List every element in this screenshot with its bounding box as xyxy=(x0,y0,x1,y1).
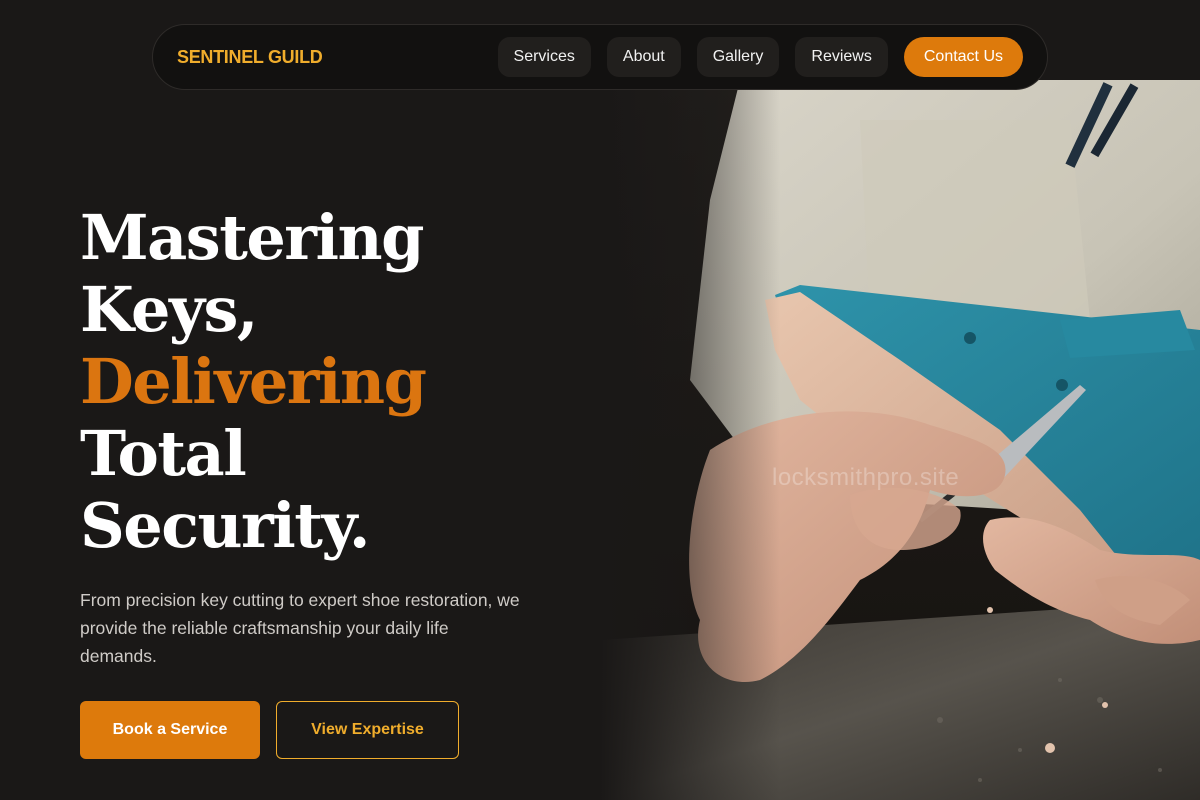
book-service-button[interactable]: Book a Service xyxy=(80,701,260,759)
nav-link-gallery[interactable]: Gallery xyxy=(696,37,780,77)
nav-link-reviews[interactable]: Reviews xyxy=(795,37,888,77)
headline-accent-line: Delivering xyxy=(80,345,427,418)
nav-link-services[interactable]: Services xyxy=(497,37,591,77)
hero-image: locksmithpro.site xyxy=(600,80,1200,800)
headline-line-4: Total xyxy=(80,417,247,490)
hero-description: From precision key cutting to expert sho… xyxy=(80,590,520,666)
headline-line-2: Keys, xyxy=(80,273,259,346)
craftsman-photo xyxy=(600,80,1200,800)
contact-us-button[interactable]: Contact Us xyxy=(903,37,1023,77)
headline-line-1: Mastering xyxy=(80,201,424,274)
nav-link-about[interactable]: About xyxy=(606,37,681,77)
watermark-text: locksmithpro.site xyxy=(772,464,960,491)
headline-line-5: Security. xyxy=(80,489,370,562)
view-expertise-button[interactable]: View Expertise xyxy=(276,701,459,759)
nav-links: Services About Gallery Reviews Contact U… xyxy=(497,37,1023,77)
hero-headline: Mastering Keys, Delivering Total Securit… xyxy=(80,202,600,562)
brand-logo[interactable]: SENTINEL GUILD xyxy=(177,47,323,68)
top-navigation: SENTINEL GUILD Services About Gallery Re… xyxy=(152,24,1048,90)
